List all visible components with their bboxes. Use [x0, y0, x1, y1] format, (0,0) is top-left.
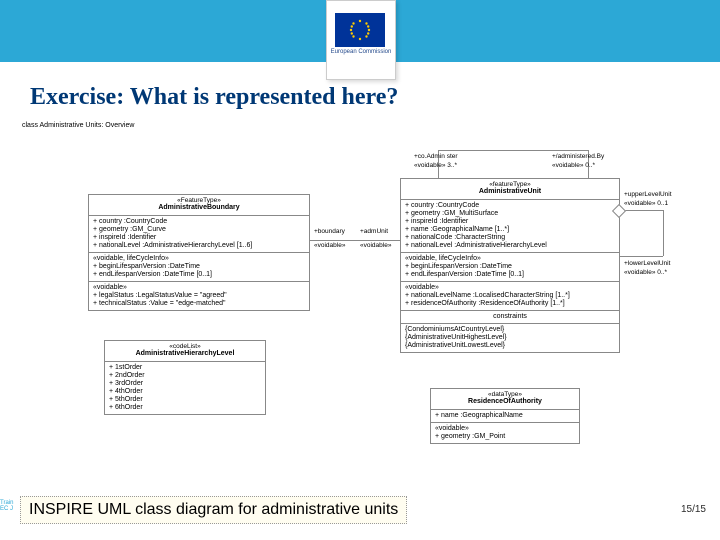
attr-block: + 1stOrder + 2ndOrder + 3rdOrder + 4thOr…	[105, 361, 265, 414]
assoc-line	[309, 240, 400, 241]
logo-label: European Commission	[327, 49, 395, 56]
stereo: «featureType»	[405, 181, 615, 188]
role-upper: +upperLevelUnit	[624, 191, 672, 198]
attr-block: «voidable» + legalStatus :LegalStatusVal…	[89, 281, 309, 310]
constraints-block: {CondominiumsAtCountryLevel} {Administra…	[401, 323, 619, 352]
attr-block: «voidable» + nationalLevelName :Localise…	[401, 281, 619, 310]
role-administeredby: +/administered.By	[552, 153, 604, 160]
page-title: Exercise: What is represented here?	[30, 84, 398, 111]
role-coadmin-m: «voidable» 3..*	[414, 162, 457, 169]
role-boundary: +boundary	[314, 228, 345, 235]
role-lower: +lowerLevelUnit	[624, 260, 670, 267]
attr-block: + name :GeographicalName	[431, 409, 579, 422]
attr-block: + country :CountryCode + geometry :GM_Cu…	[89, 215, 309, 252]
role-boundary-m: «voidable»	[314, 242, 345, 249]
stereo: «FeatureType»	[93, 197, 305, 204]
class-name: AdministrativeBoundary	[93, 204, 305, 212]
assoc-line	[438, 150, 588, 151]
attr-block: + country :CountryCode + geometry :GM_Mu…	[401, 199, 619, 252]
assoc-line	[663, 210, 664, 256]
class-name: ResidenceOfAuthority	[435, 398, 575, 406]
ec-logo: European Commission	[326, 0, 396, 80]
class-name: AdministrativeHierarchyLevel	[109, 350, 261, 358]
footer-crop: Train EC J	[0, 500, 18, 524]
eu-flag-icon	[335, 13, 385, 47]
answer-callout: INSPIRE UML class diagram for administra…	[20, 496, 407, 524]
class-residence-of-authority: «dataType»ResidenceOfAuthority + name :G…	[430, 388, 580, 444]
role-admunit-m: «voidable»	[360, 242, 391, 249]
class-name: AdministrativeUnit	[405, 188, 615, 196]
role-lower-m: «voidable» 0..*	[624, 269, 667, 276]
role-upper-m: «voidable» 0..1	[624, 200, 668, 207]
class-administrative-unit: «featureType»AdministrativeUnit + countr…	[400, 178, 620, 353]
role-administeredby-m: «voidable» 0..*	[552, 162, 595, 169]
attr-block: «voidable, lifeCycleInfo» + beginLifespa…	[89, 252, 309, 281]
uml-diagram: class Administrative Units: Overview «Fe…	[22, 120, 698, 480]
page-number: 15/15	[681, 504, 706, 515]
stereo: «codeList»	[109, 343, 261, 350]
class-hierarchy-level: «codeList»AdministrativeHierarchyLevel +…	[104, 340, 266, 415]
assoc-line	[619, 256, 663, 257]
attr-block: «voidable, lifeCycleInfo» + beginLifespa…	[401, 252, 619, 281]
class-administrative-boundary: «FeatureType»AdministrativeBoundary + co…	[88, 194, 310, 311]
attr-block: «voidable»+ geometry :GM_Point	[431, 422, 579, 443]
diagram-label: class Administrative Units: Overview	[22, 122, 134, 130]
constraints-head: constraints	[401, 310, 619, 323]
stereo: «dataType»	[435, 391, 575, 398]
role-admunit: +admUnit	[360, 228, 388, 235]
role-coadmin: +co.Admin ster	[414, 153, 458, 160]
